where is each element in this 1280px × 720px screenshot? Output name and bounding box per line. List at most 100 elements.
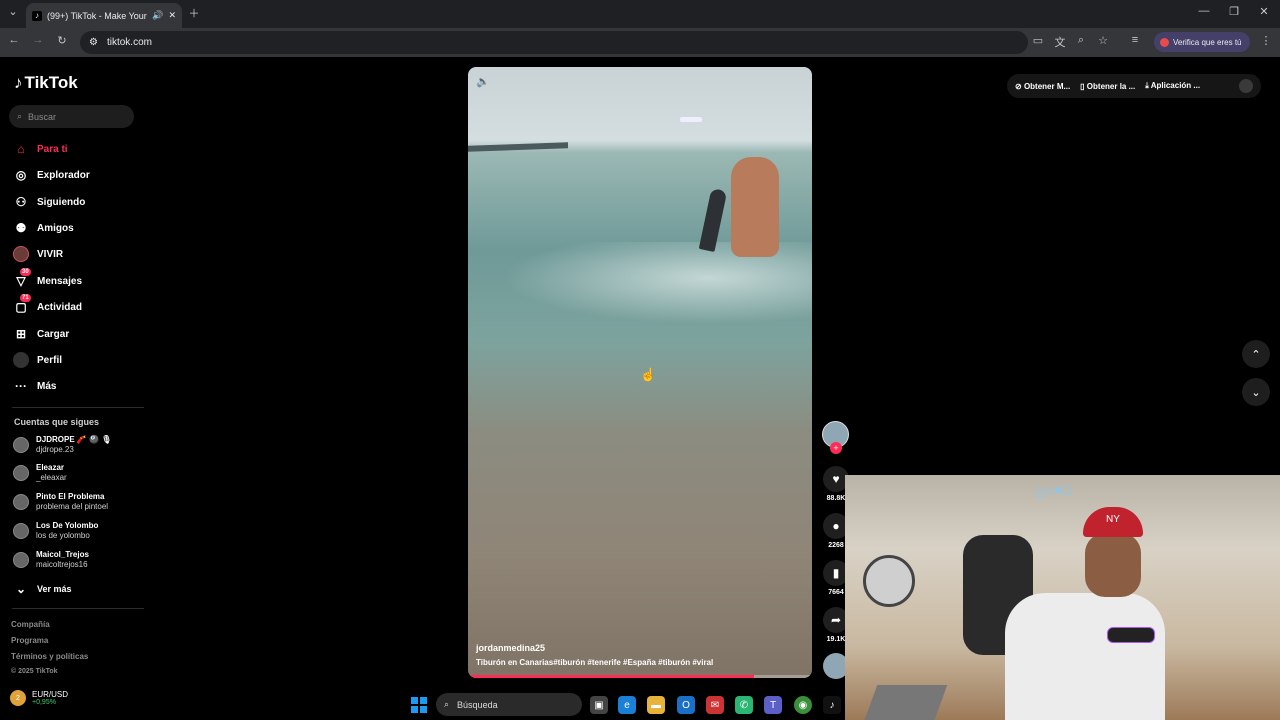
chrome-icon[interactable]: ◉ <box>794 696 812 714</box>
zoom-icon[interactable]: ⌕ <box>1073 34 1089 47</box>
video-author[interactable]: jordanmedina25 <box>476 643 545 653</box>
tiktok-logo[interactable]: ♪ TikTok <box>14 73 78 93</box>
account-name: Eleazar <box>36 463 65 472</box>
restore-icon[interactable]: ❐ <box>1226 5 1242 18</box>
tiktok-taskbar-icon[interactable]: ♪ <box>823 696 841 714</box>
account-name: Maicol_Trejos <box>36 550 89 559</box>
video-scene-shore <box>468 142 568 152</box>
sidebar-divider <box>12 407 144 408</box>
cast-icon[interactable]: ▭ <box>1030 34 1046 47</box>
search-input[interactable]: ⌕ Buscar <box>9 105 134 128</box>
sidebar-item-mas[interactable]: ··· Más <box>13 378 56 394</box>
followed-account[interactable]: Maicol_Trejos maicoltrejos16 <box>13 550 89 570</box>
avatar <box>13 552 29 568</box>
sidebar-item-siguiendo[interactable]: ⚇ Siguiendo <box>13 194 86 210</box>
chevron-down-icon: ⌄ <box>1251 386 1261 399</box>
followed-account[interactable]: Eleazar _eleaxar <box>13 463 67 483</box>
activity-badge: 71 <box>20 294 31 302</box>
verify-label: Verifica que eres tú <box>1173 37 1242 47</box>
footer-link-company[interactable]: Compañía <box>11 620 50 629</box>
sidebar-item-label: Más <box>37 380 57 392</box>
sidebar-item-amigos[interactable]: ⚉ Amigos <box>13 220 74 236</box>
account-username: problema del pintoel <box>36 502 109 511</box>
sidebar-item-actividad[interactable]: ▢ 71 Actividad <box>13 294 83 315</box>
avatar <box>13 437 29 453</box>
sidebar-item-label: Perfil <box>37 354 63 366</box>
outlook-icon[interactable]: O <box>677 696 695 714</box>
followed-account[interactable]: Los De Yolombo los de yolombo <box>13 521 98 541</box>
teams-icon[interactable]: T <box>764 696 782 714</box>
browser-tab[interactable]: ♪ (99+) TikTok - Make Your Da 🔊 ✕ <box>26 3 182 28</box>
sidebar-item-perfil[interactable]: Perfil <box>13 352 62 368</box>
windows-start-icon[interactable] <box>411 697 427 713</box>
sidebar-item-label: Explorador <box>37 169 90 181</box>
video-progress-bar[interactable] <box>468 675 812 678</box>
footer-link-terms[interactable]: Términos y políticas <box>11 652 88 661</box>
minimize-icon[interactable]: — <box>1196 5 1212 17</box>
account-name: Los De Yolombo <box>36 521 99 530</box>
site-info-icon[interactable]: ⚙ <box>89 37 98 48</box>
sidebar-item-cargar[interactable]: ⊞ Cargar <box>13 326 69 342</box>
video-player[interactable]: 🔈 ☝ jordanmedina25 Tiburón en Canarias#t… <box>468 67 812 678</box>
search-icon: ⌕ <box>17 111 23 121</box>
browser-menu-icon[interactable]: ⋮ <box>1258 34 1274 47</box>
tab-close-icon[interactable]: ✕ <box>168 10 176 21</box>
desktop-app-button[interactable]: ⤓ Aplicación ... <box>1145 81 1200 91</box>
webcam-person-shirt <box>1005 593 1165 720</box>
tab-audio-icon[interactable]: 🔊 <box>152 10 163 21</box>
user-avatar[interactable] <box>1239 79 1253 93</box>
live-icon <box>13 246 29 262</box>
translate-icon[interactable]: 文 <box>1052 34 1068 50</box>
chat-app-icon[interactable]: ✆ <box>735 696 753 714</box>
followed-account[interactable]: DJDROPE 🧨 🎱 🎙 djdrope.23 <box>13 435 111 455</box>
get-coins-button[interactable]: ⊘ Obtener M... <box>1015 82 1070 91</box>
topbar-label: Obtener M... <box>1023 81 1071 91</box>
search-placeholder: Buscar <box>28 111 57 122</box>
back-icon[interactable]: ← <box>6 34 22 46</box>
forward-icon[interactable]: → <box>30 34 46 46</box>
browser-toolbar: ← → ↻ ⚙ tiktok.com ▭ 文 ⌕ ☆ ≡ Verifica qu… <box>0 28 1280 57</box>
followed-account[interactable]: Pinto El Problema problema del pintoel <box>13 492 108 512</box>
see-more-button[interactable]: ⌄ Ver más <box>13 581 72 597</box>
volume-icon[interactable]: 🔈 <box>476 75 490 88</box>
edge-icon[interactable]: e <box>618 696 636 714</box>
address-bar[interactable]: ⚙ tiktok.com <box>80 31 1028 54</box>
sidebar-divider <box>12 608 144 609</box>
reload-icon[interactable]: ↻ <box>54 34 70 47</box>
sidebar-item-label: Siguiendo <box>37 196 86 208</box>
sidebar-item-vivir[interactable]: VIVIR <box>13 246 63 262</box>
previous-video-button[interactable]: ⌃ <box>1242 340 1270 368</box>
close-window-icon[interactable]: ✕ <box>1256 5 1272 18</box>
sidebar-item-mensajes[interactable]: ▽ 30 Mensajes <box>13 268 82 289</box>
avatar <box>13 494 29 510</box>
reading-list-icon[interactable]: ≡ <box>1127 34 1143 46</box>
message-icon: ▽ 30 <box>16 268 31 288</box>
currency-widget[interactable]: 2 EUR/USD +0,95% <box>10 690 68 706</box>
following-icon: ⚇ <box>15 195 27 209</box>
sidebar-item-label: Para ti <box>37 143 68 155</box>
follow-plus-icon[interactable]: + <box>830 442 842 454</box>
tab-search-icon[interactable]: ⌄ <box>5 5 21 18</box>
sidebar-item-explorador[interactable]: ◎ Explorador <box>13 167 90 183</box>
tiktok-favicon-icon: ♪ <box>32 10 42 21</box>
task-view-icon[interactable]: ▣ <box>590 696 608 714</box>
messages-badge: 30 <box>20 268 31 276</box>
webcam-cap-logo: NY <box>1083 507 1143 537</box>
new-tab-icon[interactable]: ＋ <box>186 5 202 21</box>
next-video-button[interactable]: ⌄ <box>1242 378 1270 406</box>
copyright: © 2025 TikTok <box>11 668 58 675</box>
webcam-overlay: △○✕□ NY <box>845 475 1280 720</box>
currency-icon: 2 <box>10 690 26 706</box>
file-explorer-icon[interactable]: ▬ <box>647 696 665 714</box>
bookmark-star-icon[interactable]: ☆ <box>1095 34 1111 47</box>
account-username: maicoltrejos16 <box>36 560 88 569</box>
sidebar-item-para-ti[interactable]: ⌂ Para ti <box>13 141 68 157</box>
verify-button[interactable]: Verifica que eres tú <box>1154 32 1250 52</box>
taskbar-search[interactable]: ⌕ Búsqueda <box>436 693 582 716</box>
sidebar-item-label: Actividad <box>37 301 83 313</box>
currency-change: +0,95% <box>32 699 56 706</box>
footer-link-program[interactable]: Programa <box>11 636 48 645</box>
share-count: 19.1K <box>826 636 846 643</box>
get-app-button[interactable]: ▯ Obtener la ... <box>1080 82 1135 91</box>
mail-icon[interactable]: ✉ <box>706 696 724 714</box>
